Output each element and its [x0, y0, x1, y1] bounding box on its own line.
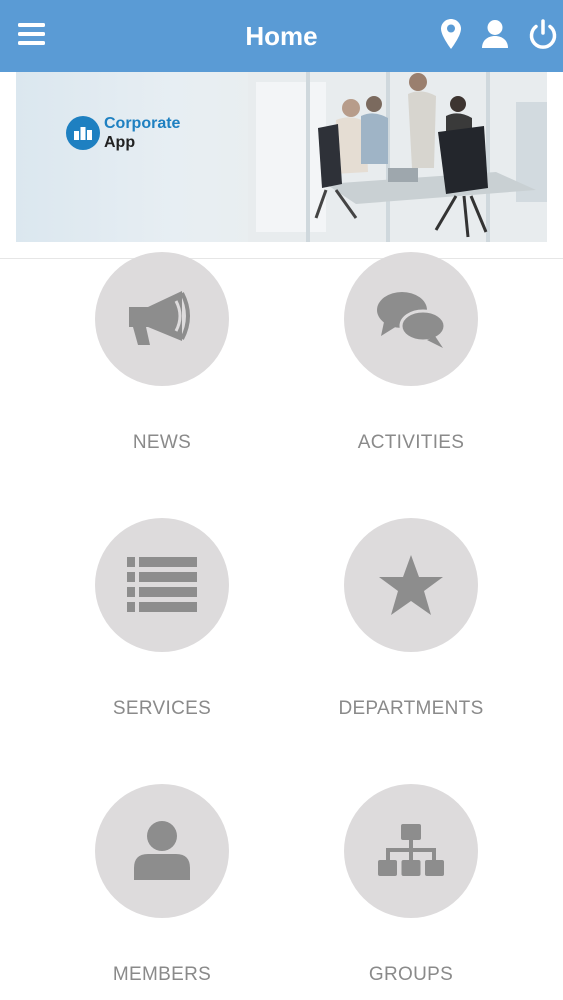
star-icon — [379, 555, 443, 615]
user-icon[interactable] — [477, 16, 513, 52]
tile-label-groups: GROUPS — [368, 964, 454, 985]
tile-label-departments: DEPARTMENTS — [338, 698, 484, 719]
news-circle[interactable] — [95, 252, 229, 386]
office-meeting-photo — [248, 72, 547, 242]
list-icon — [127, 557, 197, 612]
tile-groups[interactable]: GROUPS — [321, 784, 501, 985]
tile-label-services: SERVICES — [112, 698, 212, 719]
groups-circle[interactable] — [344, 784, 478, 918]
chat-bubbles-icon — [377, 292, 447, 348]
tile-departments[interactable]: DEPARTMENTS — [321, 518, 501, 719]
tile-label-news: NEWS — [132, 432, 192, 453]
location-pin-icon[interactable] — [433, 16, 469, 52]
member-icon — [134, 821, 190, 880]
building-icon — [66, 116, 100, 150]
logo-text-line2: App — [104, 134, 136, 151]
brand-logo: Corporate App — [66, 114, 180, 152]
tile-members[interactable]: MEMBERS — [72, 784, 252, 985]
org-chart-icon — [378, 824, 444, 876]
tile-services[interactable]: SERVICES — [72, 518, 252, 719]
departments-circle[interactable] — [344, 518, 478, 652]
activities-circle[interactable] — [344, 252, 478, 386]
megaphone-icon — [129, 291, 190, 345]
tile-label-members: MEMBERS — [112, 964, 212, 985]
hero-banner: Corporate App — [16, 72, 547, 242]
tile-activities[interactable]: ACTIVITIES — [321, 252, 501, 453]
tile-news[interactable]: NEWS — [72, 252, 252, 453]
power-icon[interactable] — [525, 16, 561, 52]
top-app-bar: Home — [0, 0, 563, 72]
members-circle[interactable] — [95, 784, 229, 918]
tile-label-activities: ACTIVITIES — [357, 432, 465, 453]
services-circle[interactable] — [95, 518, 229, 652]
logo-text-line1: Corporate — [104, 115, 181, 132]
